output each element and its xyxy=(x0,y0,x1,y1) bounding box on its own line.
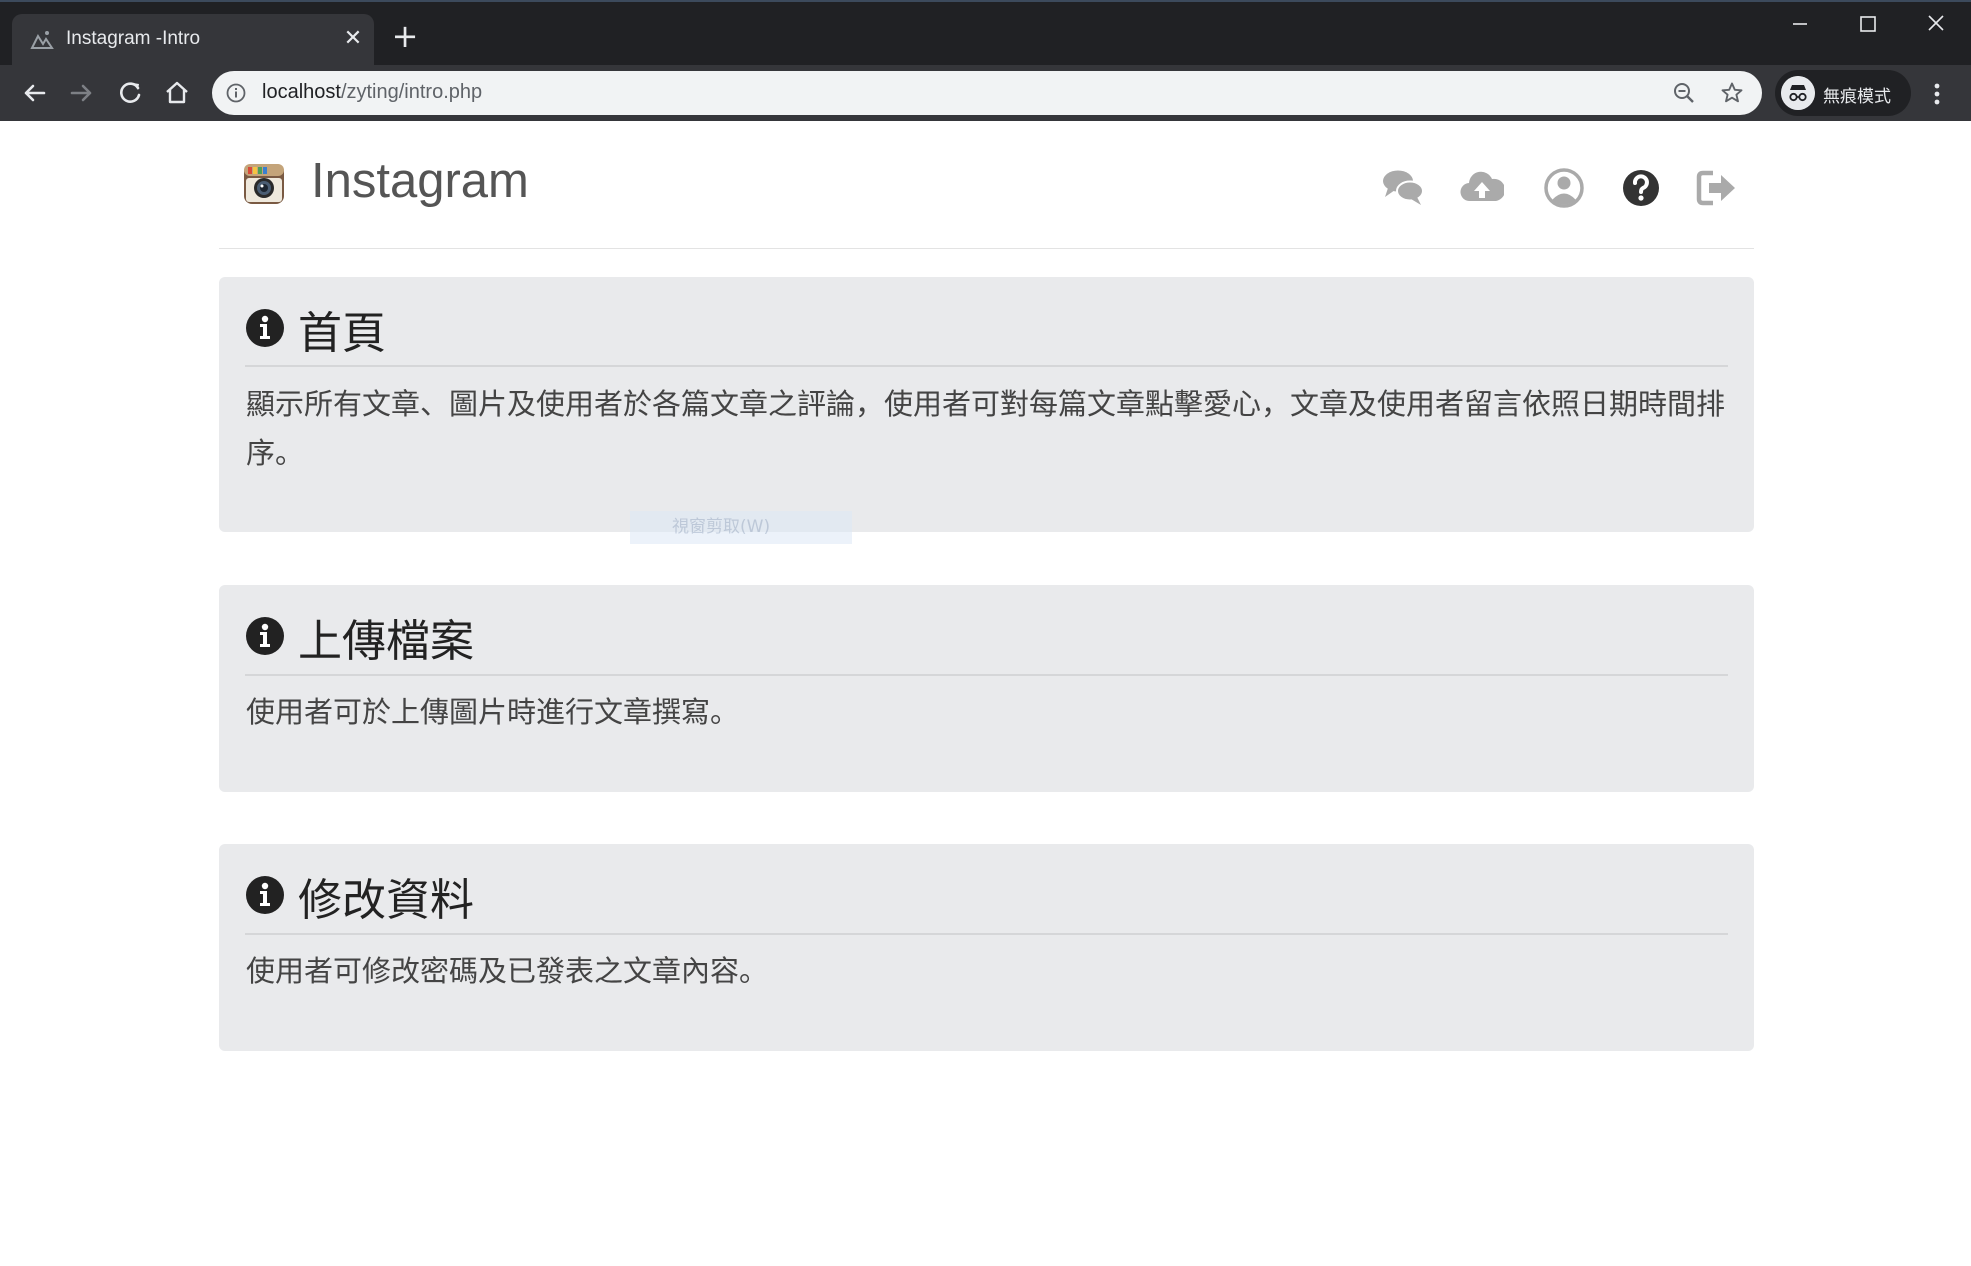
home-icon[interactable] xyxy=(161,77,193,109)
section-card-home: 首頁 顯示所有文章、圖片及使用者於各篇文章之評論，使用者可對每篇文章點擊愛心，文… xyxy=(219,277,1754,532)
site-info-icon[interactable] xyxy=(226,83,246,103)
zoom-icon[interactable] xyxy=(1672,81,1696,105)
tab-title: Instagram -Intro xyxy=(66,28,201,49)
window-close-icon[interactable] xyxy=(1921,10,1951,38)
info-circle-icon xyxy=(246,876,284,914)
section-card-upload: 上傳檔案 使用者可於上傳圖片時進行文章撰寫。 xyxy=(219,585,1754,792)
address-bar[interactable]: localhost/zyting/intro.php xyxy=(212,71,1762,115)
chat-icon[interactable] xyxy=(1381,167,1425,209)
page-content: Instagram 首頁 顯示所有文章、圖片及使用者於各篇文章之評論，使用者可對… xyxy=(0,121,1971,1266)
section-divider xyxy=(245,365,1728,367)
instagram-logo-icon[interactable] xyxy=(243,163,285,205)
maximize-icon[interactable] xyxy=(1853,10,1883,38)
section-description: 使用者可於上傳圖片時進行文章撰寫。 xyxy=(246,695,740,729)
tab-favicon-icon xyxy=(30,31,54,49)
back-arrow-icon[interactable] xyxy=(18,77,50,109)
user-icon[interactable] xyxy=(1542,167,1586,209)
forward-arrow-icon[interactable] xyxy=(66,77,98,109)
section-title: 上傳檔案 xyxy=(298,616,474,667)
kebab-menu-icon[interactable] xyxy=(1925,79,1949,109)
browser-toolbar: localhost/zyting/intro.php 無痕模式 xyxy=(0,65,1971,121)
incognito-label: 無痕模式 xyxy=(1823,87,1891,107)
section-divider xyxy=(245,674,1728,676)
section-card-edit-profile: 修改資料 使用者可修改密碼及已發表之文章內容。 xyxy=(219,844,1754,1051)
info-circle-icon xyxy=(246,309,284,347)
tab-close-icon[interactable]: ✕ xyxy=(340,26,366,52)
section-description: 使用者可修改密碼及已發表之文章內容。 xyxy=(246,954,769,988)
incognito-icon xyxy=(1781,76,1815,110)
browser-tab[interactable]: Instagram -Intro ✕ xyxy=(12,14,374,65)
help-icon[interactable] xyxy=(1619,167,1663,209)
browser-chrome: Instagram -Intro ✕ + localhost/zyting/in… xyxy=(0,0,1971,121)
faded-tooltip: 視窗剪取(W) xyxy=(630,511,852,544)
section-title: 首頁 xyxy=(298,308,386,359)
url-text[interactable]: localhost/zyting/intro.php xyxy=(262,81,482,104)
url-host: localhost xyxy=(262,81,341,103)
brand-name[interactable]: Instagram xyxy=(311,153,529,209)
section-title: 修改資料 xyxy=(298,875,474,926)
incognito-indicator[interactable]: 無痕模式 xyxy=(1775,70,1911,116)
info-circle-icon xyxy=(246,617,284,655)
minimize-icon[interactable] xyxy=(1785,10,1815,38)
app-navbar: Instagram xyxy=(219,121,1754,249)
cloud-upload-icon[interactable] xyxy=(1460,167,1504,209)
section-description: 顯示所有文章、圖片及使用者於各篇文章之評論，使用者可對每篇文章點擊愛心，文章及使… xyxy=(246,387,1726,470)
section-divider xyxy=(245,933,1728,935)
bookmark-star-icon[interactable] xyxy=(1720,81,1744,105)
logout-icon[interactable] xyxy=(1695,167,1739,209)
url-path: /zyting/intro.php xyxy=(340,81,483,103)
new-tab-button[interactable]: + xyxy=(391,20,419,52)
reload-icon[interactable] xyxy=(114,77,146,109)
